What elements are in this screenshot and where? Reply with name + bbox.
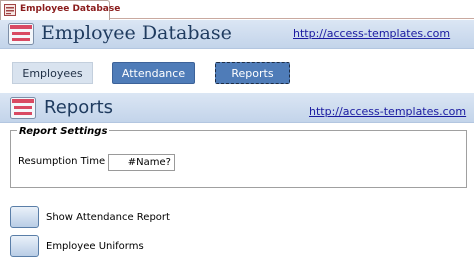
tab-reports[interactable]: Reports xyxy=(215,62,290,84)
report-settings-legend: Report Settings xyxy=(17,126,110,137)
form-icon xyxy=(8,23,34,45)
tab-employees[interactable]: Employees xyxy=(12,62,93,84)
resumption-time-label: Resumption Time xyxy=(18,156,106,167)
form-icon xyxy=(4,4,16,16)
show-attendance-report-label: Show Attendance Report xyxy=(46,212,170,223)
document-tab-label: Employee Database xyxy=(20,4,121,14)
show-attendance-report-button[interactable] xyxy=(10,206,39,228)
form-icon xyxy=(10,97,36,119)
employee-uniforms-button[interactable] xyxy=(10,235,39,257)
header-website-link[interactable]: http://access-templates.com xyxy=(293,27,450,40)
tab-attendance[interactable]: Attendance xyxy=(112,62,195,84)
resumption-time-field[interactable]: #Name? xyxy=(108,154,175,171)
employee-uniforms-label: Employee Uniforms xyxy=(46,241,144,252)
document-tab-employee-database[interactable]: Employee Database xyxy=(0,0,120,20)
section-website-link[interactable]: http://access-templates.com xyxy=(309,105,466,118)
page-title: Employee Database xyxy=(41,22,232,44)
section-title: Reports xyxy=(44,97,114,118)
